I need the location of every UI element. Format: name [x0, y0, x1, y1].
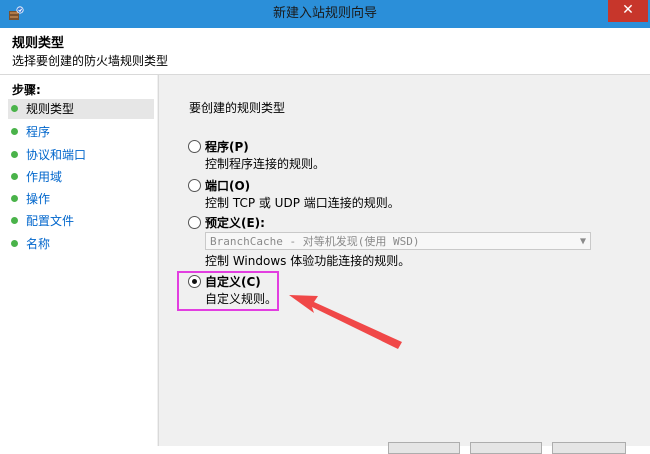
step-bullet-icon — [11, 240, 18, 247]
option-program-label[interactable]: 程序(P) — [205, 138, 249, 155]
option-port-label[interactable]: 端口(O) — [205, 177, 250, 194]
radio-predefined[interactable] — [188, 216, 201, 229]
step-label: 协议和端口 — [26, 148, 87, 162]
step-item-profile[interactable]: 配置文件 — [8, 211, 154, 231]
option-custom-label[interactable]: 自定义(C) — [205, 273, 261, 290]
step-item-action[interactable]: 操作 — [8, 189, 154, 209]
window-title: 新建入站规则向导 — [272, 6, 377, 21]
step-bullet-icon — [11, 173, 18, 180]
wizard-window: 新建入站规则向导 ✕ 规则类型 选择要创建的防火墙规则类型 步骤: 规则类型 程… — [0, 0, 650, 454]
steps-label: 步骤: — [12, 83, 41, 97]
chevron-down-icon: ▼ — [579, 236, 586, 247]
step-label: 规则类型 — [26, 102, 75, 116]
radio-custom[interactable] — [188, 275, 201, 288]
option-program-desc: 控制程序连接的规则。 — [205, 157, 326, 171]
title-bar[interactable]: 新建入站规则向导 ✕ — [0, 0, 650, 28]
close-icon: ✕ — [622, 2, 634, 18]
page-subtitle: 选择要创建的防火墙规则类型 — [12, 54, 169, 68]
predefined-rule-select[interactable]: BranchCache - 对等机发现(使用 WSD) ▼ — [205, 232, 591, 250]
option-predefined-desc: 控制 Windows 体验功能连接的规则。 — [205, 254, 411, 268]
step-item-rule-type[interactable]: 规则类型 — [8, 99, 154, 119]
rule-type-question: 要创建的规则类型 — [189, 101, 286, 115]
page-title: 规则类型 — [12, 36, 65, 51]
option-custom-desc: 自定义规则。 — [205, 292, 278, 306]
cancel-button[interactable] — [552, 442, 626, 454]
step-bullet-icon — [11, 151, 18, 158]
step-item-name[interactable]: 名称 — [8, 234, 154, 254]
step-label: 操作 — [26, 192, 51, 206]
step-bullet-icon — [11, 128, 18, 135]
main-content: 要创建的规则类型 程序(P) 控制程序连接的规则。 端口(O) 控制 TCP 或… — [158, 75, 650, 446]
step-label: 程序 — [26, 125, 51, 139]
close-button[interactable]: ✕ — [608, 0, 648, 22]
step-label: 作用域 — [26, 170, 63, 184]
option-port-desc: 控制 TCP 或 UDP 端口连接的规则。 — [205, 196, 400, 210]
predefined-select-value: BranchCache - 对等机发现(使用 WSD) — [210, 235, 420, 248]
step-label: 配置文件 — [26, 214, 75, 228]
radio-port[interactable] — [188, 179, 201, 192]
steps-panel: 步骤: 规则类型 程序 协议和端口 作用域 操作 配置文件 名称 — [0, 75, 157, 446]
step-item-protocol-port[interactable]: 协议和端口 — [8, 145, 154, 165]
step-item-scope[interactable]: 作用域 — [8, 167, 154, 187]
back-button[interactable] — [388, 442, 460, 454]
page-header: 规则类型 选择要创建的防火墙规则类型 — [0, 28, 650, 75]
next-button[interactable] — [470, 442, 542, 454]
step-label: 名称 — [26, 237, 51, 251]
option-predefined-label[interactable]: 预定义(E): — [205, 214, 265, 231]
step-item-program[interactable]: 程序 — [8, 122, 154, 142]
step-bullet-icon — [11, 105, 18, 112]
step-bullet-icon — [11, 217, 18, 224]
step-bullet-icon — [11, 195, 18, 202]
radio-program[interactable] — [188, 140, 201, 153]
